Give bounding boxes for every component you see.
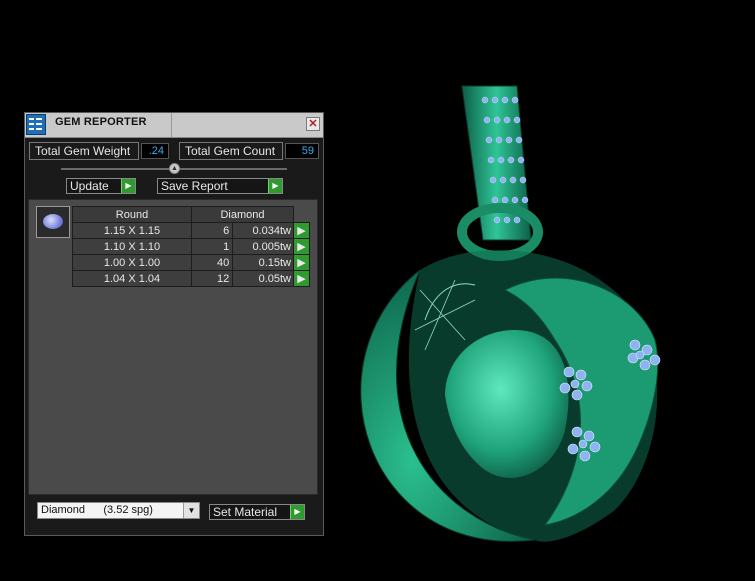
gem-table-header: Round Diamond [72,206,310,223]
gem-size: 1.15 X 1.15 [72,222,192,239]
window-title: GEM REPORTER [55,116,147,128]
gem-table: Round Diamond 1.15 X 1.15 6 0.034tw ▶ 1.… [72,206,310,287]
total-gem-count-label: Total Gem Count [179,142,283,160]
select-row-button[interactable]: ▶ [293,238,310,255]
select-row-button[interactable]: ▶ [293,254,310,271]
table-row: 1.10 X 1.10 1 0.005tw ▶ [72,238,310,255]
material-select[interactable]: Diamond (3.52 spg) ▼ [37,502,200,519]
table-row: 1.04 X 1.04 12 0.05tw ▶ [72,270,310,287]
select-row-button[interactable]: ▶ [293,222,310,239]
close-button[interactable]: ✕ [306,117,320,131]
save-report-button-label: Save Report [161,179,228,193]
3d-viewport[interactable] [325,0,755,581]
total-gem-count-value: 59 [285,143,319,159]
gem-size: 1.10 X 1.10 [72,238,192,255]
gem-qty: 40 [190,254,234,271]
play-arrow-icon: ▶ [268,179,282,193]
set-material-button-label: Set Material [213,505,278,519]
gem-weight: 0.15tw [232,254,294,271]
round-gem-icon[interactable] [36,206,70,238]
gem-qty: 1 [190,238,234,255]
save-report-button[interactable]: Save Report ▶ [157,178,283,194]
gem-qty: 12 [190,270,234,287]
chevron-down-icon[interactable]: ▼ [183,503,199,518]
pendant-bail [457,85,543,261]
gem-weight: 0.005tw [232,238,294,255]
gem-reporter-window: GEM REPORTER ✕ Total Gem Weight .24 Tota… [24,112,324,536]
total-gem-weight-value: .24 [141,143,169,159]
gem-size: 1.04 X 1.04 [72,270,192,287]
pendant-body [360,250,661,542]
update-button[interactable]: Update ▶ [66,178,136,194]
gem-qty: 6 [190,222,234,239]
title-bar[interactable]: GEM REPORTER ✕ [25,113,323,138]
gem-list-panel: Round Diamond 1.15 X 1.15 6 0.034tw ▶ 1.… [28,199,318,495]
table-row: 1.00 X 1.00 40 0.15tw ▶ [72,254,310,271]
shape-header: Round [72,206,192,223]
table-row: 1.15 X 1.15 6 0.034tw ▶ [72,222,310,239]
update-button-label: Update [70,179,109,193]
app-icon [26,114,46,135]
gem-size: 1.00 X 1.00 [72,254,192,271]
play-arrow-icon: ▶ [121,179,135,193]
gem-weight: 0.05tw [232,270,294,287]
material-header: Diamond [191,206,294,223]
panel-splitter-handle[interactable]: ▲ [169,163,180,174]
play-arrow-icon: ▶ [290,505,304,519]
gem-weight: 0.034tw [232,222,294,239]
titlebar-divider [171,113,172,137]
select-row-button[interactable]: ▶ [293,270,310,287]
material-select-value: Diamond (3.52 spg) [41,504,153,516]
total-gem-weight-label: Total Gem Weight [29,142,139,160]
set-material-button[interactable]: Set Material ▶ [209,504,305,520]
